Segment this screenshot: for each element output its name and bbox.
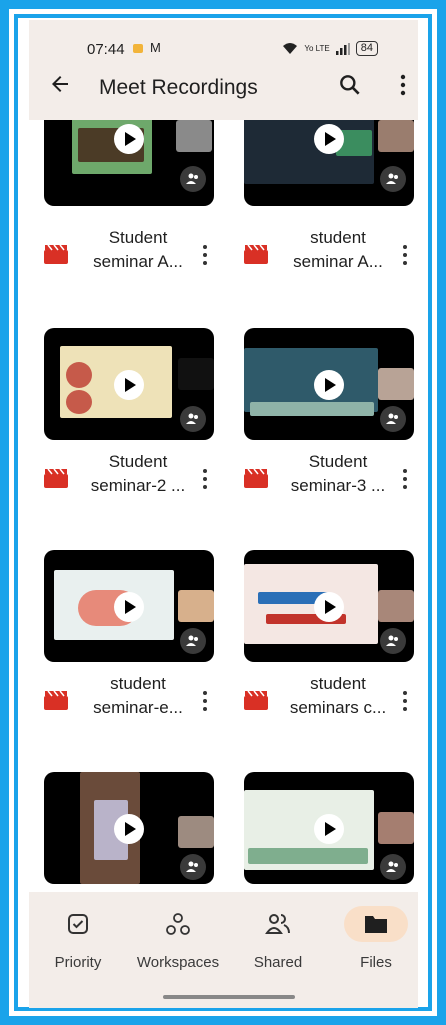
nav-item-files[interactable]: Files (331, 906, 418, 971)
video-file-icon (244, 244, 268, 264)
more-vert-icon[interactable] (400, 690, 410, 712)
status-bar: 07:44 M Yo LTE 84 (29, 20, 418, 60)
video-thumbnail[interactable] (244, 120, 414, 206)
wifi-icon (283, 43, 298, 54)
file-name: Student seminar-2 ... (90, 452, 186, 495)
participants-icon (380, 854, 406, 880)
battery-indicator: 84 (355, 41, 378, 56)
video-thumbnail[interactable] (244, 328, 414, 440)
participants-icon (380, 628, 406, 654)
status-time: 07:44 (87, 41, 125, 58)
play-icon (114, 370, 144, 400)
file-name: student seminar-e... (93, 674, 183, 717)
shared-people-icon (246, 906, 310, 942)
page-title: Meet Recordings (99, 76, 258, 99)
more-vert-icon[interactable] (400, 244, 410, 266)
more-vert-icon[interactable] (400, 468, 410, 490)
participants-icon (380, 166, 406, 192)
file-grid: Student seminar A... student seminar A... (29, 120, 418, 894)
video-file-icon (44, 690, 68, 710)
participants-icon (180, 628, 206, 654)
nav-item-priority[interactable]: Priority (33, 906, 123, 971)
file-meta: student seminars c... (244, 672, 418, 732)
nav-label: Workspaces (136, 954, 220, 971)
video-thumbnail[interactable] (44, 550, 214, 662)
arrow-back-icon[interactable] (48, 72, 72, 96)
bottom-navigation: Priority Workspaces Shared Files (29, 892, 418, 1008)
participants-icon (180, 166, 206, 192)
play-icon (314, 814, 344, 844)
video-file-icon (244, 468, 268, 488)
file-meta: Student seminar-2 ... (44, 450, 224, 510)
file-name: student seminar A... (293, 228, 383, 271)
signal-icon (335, 42, 350, 55)
folder-icon (344, 906, 408, 942)
more-vert-icon[interactable] (393, 72, 413, 98)
participants-icon (180, 406, 206, 432)
workspaces-icon (146, 906, 210, 942)
status-right: Yo LTE 84 (282, 41, 378, 56)
file-name: Student seminar-3 ... (290, 452, 386, 495)
notification-app-icon (133, 44, 143, 53)
play-icon (314, 124, 344, 154)
priority-check-icon (46, 906, 110, 942)
gmail-icon: M (150, 40, 161, 55)
file-meta: student seminar-e... (44, 672, 224, 732)
file-name: student seminars c... (289, 674, 387, 717)
file-meta: Student seminar A... (44, 226, 224, 286)
video-file-icon (244, 690, 268, 710)
play-icon (314, 370, 344, 400)
video-thumbnail[interactable] (244, 550, 414, 662)
play-icon (114, 124, 144, 154)
app-bar: Meet Recordings (29, 64, 418, 116)
home-indicator[interactable] (163, 995, 295, 999)
video-thumbnail[interactable] (44, 328, 214, 440)
nav-item-shared[interactable]: Shared (233, 906, 323, 971)
video-thumbnail[interactable] (44, 772, 214, 884)
lte-label: Yo LTE (304, 44, 330, 53)
more-vert-icon[interactable] (200, 690, 210, 712)
video-file-icon (44, 468, 68, 488)
file-name: Student seminar A... (93, 228, 183, 271)
video-thumbnail[interactable] (44, 120, 214, 206)
video-thumbnail[interactable] (244, 772, 414, 884)
play-icon (314, 592, 344, 622)
file-meta: Student seminar-3 ... (244, 450, 418, 510)
nav-label: Priority (54, 954, 102, 971)
nav-label: Shared (253, 954, 303, 971)
search-icon[interactable] (337, 72, 363, 98)
more-vert-icon[interactable] (200, 244, 210, 266)
participants-icon (380, 406, 406, 432)
phone-screen: 07:44 M Yo LTE 84 Meet Recordings Studen… (29, 20, 418, 1008)
nav-item-workspaces[interactable]: Workspaces (133, 906, 223, 971)
nav-label: Files (360, 954, 392, 971)
video-file-icon (44, 244, 68, 264)
more-vert-icon[interactable] (200, 468, 210, 490)
play-icon (114, 814, 144, 844)
participants-icon (180, 854, 206, 880)
play-icon (114, 592, 144, 622)
file-meta: student seminar A... (244, 226, 418, 286)
